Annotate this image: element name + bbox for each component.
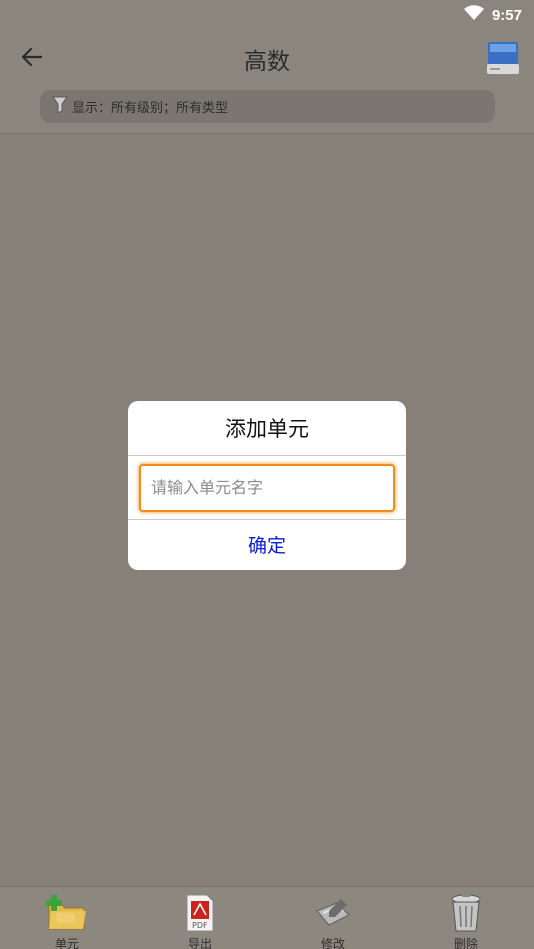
dialog-body — [128, 456, 406, 520]
unit-name-input[interactable] — [139, 463, 395, 512]
tab-delete-label: 删除 — [453, 937, 478, 949]
tab-edit-label: 修改 — [320, 937, 345, 949]
pdf-icon: PDF — [183, 893, 217, 933]
disk-icon — [486, 42, 520, 80]
tab-unit[interactable]: 单元 — [22, 893, 112, 949]
filter-funnel-icon — [52, 96, 68, 118]
dialog-title: 添加单元 — [128, 401, 406, 456]
status-bar: 9:57 — [0, 0, 534, 30]
add-unit-dialog: 添加单元 确定 — [128, 401, 406, 570]
tab-edit[interactable]: 修改 — [288, 893, 378, 949]
trash-icon — [448, 893, 484, 933]
tab-export[interactable]: PDF 导出 — [155, 893, 245, 949]
page-title: 高数 — [244, 49, 290, 75]
app-bar: 高数 显示：所有级别；所有类型 — [0, 30, 534, 134]
wifi-icon — [463, 5, 484, 25]
filter-bar[interactable]: 显示：所有级别；所有类型 — [40, 90, 495, 123]
edit-icon — [313, 893, 353, 933]
tab-delete[interactable]: 删除 — [421, 893, 511, 949]
tab-export-label: 导出 — [187, 937, 212, 949]
save-button[interactable] — [486, 40, 520, 76]
status-time: 9:57 — [491, 6, 522, 24]
filter-text: 显示：所有级别；所有类型 — [72, 101, 229, 116]
status-indicators: 9:57 — [463, 5, 522, 25]
confirm-button[interactable]: 确定 — [128, 520, 406, 569]
tab-unit-label: 单元 — [54, 937, 79, 949]
bottom-toolbar: 单元 PDF 导出 修改 删除 — [0, 886, 534, 949]
folder-add-icon — [46, 893, 88, 933]
svg-text:PDF: PDF — [192, 921, 208, 930]
